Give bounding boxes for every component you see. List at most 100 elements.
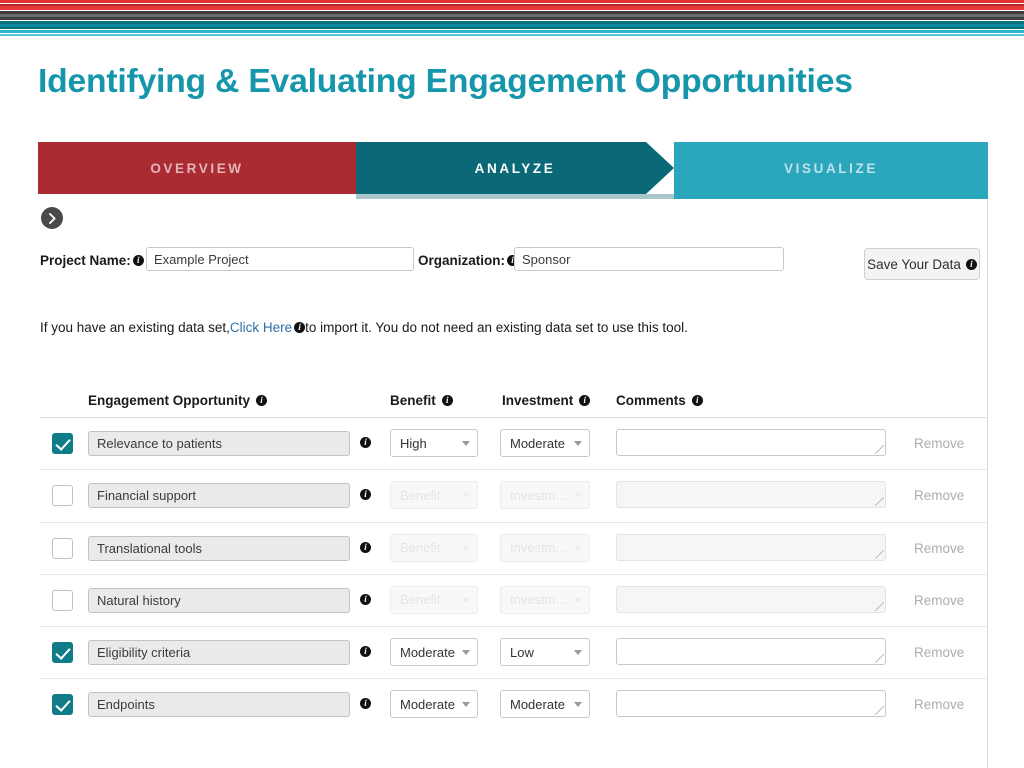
tab-visualize-underline — [674, 194, 988, 199]
investment-select[interactable]: Investm... — [500, 585, 590, 614]
column-header-label: Engagement Opportunity — [88, 393, 250, 408]
comment-textarea[interactable] — [616, 481, 886, 509]
info-icon[interactable] — [360, 697, 371, 710]
chevron-down-icon — [574, 493, 582, 499]
investment-select-value: Moderate — [510, 696, 565, 712]
column-header-engagement-opportunity: Engagement Opportunity — [88, 393, 267, 408]
info-icon[interactable] — [132, 254, 144, 267]
remove-row-link[interactable]: Remove — [914, 541, 964, 556]
info-icon[interactable] — [360, 488, 371, 501]
chevron-down-icon — [574, 545, 582, 551]
benefit-select[interactable]: High — [390, 429, 478, 457]
opportunity-field[interactable]: Endpoints — [88, 692, 350, 718]
tab-overview[interactable]: OVERVIEW — [38, 142, 356, 194]
remove-row-link[interactable]: Remove — [914, 645, 964, 660]
benefit-select-value: Benefit — [400, 540, 441, 556]
benefit-select[interactable]: Benefit — [390, 481, 478, 510]
investment-select-value: Low — [510, 644, 534, 660]
info-icon[interactable] — [360, 436, 371, 449]
row-checkbox[interactable] — [52, 433, 73, 454]
remove-row-link[interactable]: Remove — [914, 436, 964, 451]
chevron-down-icon — [574, 597, 582, 603]
benefit-select[interactable]: Benefit — [390, 533, 478, 562]
page-title: Identifying & Evaluating Engagement Oppo… — [38, 62, 853, 99]
opportunity-field[interactable]: Relevance to patients — [88, 431, 350, 456]
opportunity-field[interactable]: Financial support — [88, 483, 350, 509]
organization-label-text: Organization: — [418, 253, 505, 268]
chevron-right-icon — [48, 212, 56, 224]
chevron-down-icon — [574, 702, 582, 708]
remove-row-link[interactable]: Remove — [914, 593, 964, 608]
chevron-down-icon — [462, 650, 470, 656]
comment-textarea[interactable] — [616, 533, 886, 561]
tab-visualize[interactable]: VISUALIZE — [674, 142, 988, 194]
comment-textarea[interactable] — [616, 585, 886, 613]
info-icon[interactable] — [360, 541, 371, 554]
investment-select[interactable]: Low — [500, 638, 590, 667]
info-icon[interactable] — [256, 394, 267, 407]
info-icon[interactable] — [360, 593, 371, 606]
organization-input[interactable] — [514, 247, 784, 271]
opportunity-field[interactable]: Eligibility criteria — [88, 640, 350, 666]
table-row: Endpoints Moderate Moderate Remove — [40, 679, 986, 731]
benefit-select-value: Benefit — [400, 592, 441, 608]
investment-select[interactable]: Investm... — [500, 533, 590, 562]
investment-select-value: Investm... — [510, 592, 567, 608]
opportunities-table: Engagement Opportunity Benefit Investmen… — [40, 382, 986, 732]
row-checkbox[interactable] — [52, 642, 73, 664]
table-row: Translational tools Benefit Investm... Remo… — [40, 523, 986, 575]
column-header-comments: Comments — [616, 393, 703, 408]
info-icon[interactable] — [691, 394, 703, 407]
project-name-input[interactable] — [146, 247, 414, 271]
tool-panel: OVERVIEW ANALYZE VISUALIZE Project Name:… — [38, 142, 988, 768]
tab-analyze[interactable]: ANALYZE — [356, 142, 674, 194]
remove-row-link[interactable]: Remove — [914, 488, 964, 503]
remove-row-link[interactable]: Remove — [914, 697, 964, 712]
comment-textarea[interactable] — [616, 638, 886, 666]
column-header-label: Comments — [616, 393, 686, 408]
table-row: Eligibility criteria Moderate Low Remove — [40, 627, 986, 680]
benefit-select[interactable]: Moderate — [390, 690, 478, 719]
benefit-select[interactable]: Moderate — [390, 638, 478, 667]
info-icon[interactable] — [294, 321, 306, 334]
benefit-select[interactable]: Benefit — [390, 585, 478, 614]
info-icon[interactable] — [441, 394, 453, 407]
table-header-row: Engagement Opportunity Benefit Investmen… — [40, 382, 986, 418]
comment-textarea[interactable] — [616, 690, 886, 718]
row-checkbox[interactable] — [52, 485, 73, 507]
chevron-down-icon — [574, 441, 582, 446]
row-checkbox[interactable] — [52, 537, 73, 559]
column-header-benefit: Benefit — [390, 393, 453, 408]
row-checkbox[interactable] — [52, 589, 73, 611]
investment-select-value: Moderate — [510, 435, 565, 451]
comment-textarea[interactable] — [616, 429, 886, 456]
column-header-label: Investment — [502, 393, 574, 408]
import-click-here-link[interactable]: Click Here — [230, 320, 292, 335]
chevron-down-icon — [462, 597, 470, 603]
tab-active-underline — [356, 194, 674, 199]
column-header-label: Benefit — [390, 393, 436, 408]
decorative-stripe-bar — [0, 0, 1024, 38]
table-row: Financial support Benefit Investm... Remove — [40, 470, 986, 523]
save-your-data-button[interactable]: Save Your Data — [864, 248, 980, 280]
row-checkbox[interactable] — [52, 694, 73, 716]
investment-select[interactable]: Moderate — [500, 429, 590, 457]
benefit-select-value: High — [400, 435, 427, 451]
slide-page: Identifying & Evaluating Engagement Oppo… — [0, 0, 1024, 768]
import-text-before: If you have an existing data set, — [40, 320, 230, 335]
chevron-down-icon — [462, 545, 470, 551]
info-icon[interactable] — [360, 645, 371, 658]
opportunity-field[interactable]: Translational tools — [88, 535, 350, 561]
column-header-investment: Investment — [502, 393, 591, 408]
project-name-label: Project Name: — [40, 253, 144, 268]
benefit-select-value: Moderate — [400, 644, 455, 660]
opportunity-field[interactable]: Natural history — [88, 587, 350, 613]
next-step-button[interactable] — [41, 207, 63, 229]
info-icon[interactable] — [579, 394, 591, 407]
investment-select[interactable]: Moderate — [500, 690, 590, 719]
info-icon[interactable] — [965, 258, 977, 271]
table-row: Relevance to patients High Moderate Remove — [40, 418, 986, 471]
wizard-tabs: OVERVIEW ANALYZE VISUALIZE — [38, 142, 988, 194]
investment-select[interactable]: Investm... — [500, 481, 590, 510]
chevron-down-icon — [462, 441, 470, 446]
